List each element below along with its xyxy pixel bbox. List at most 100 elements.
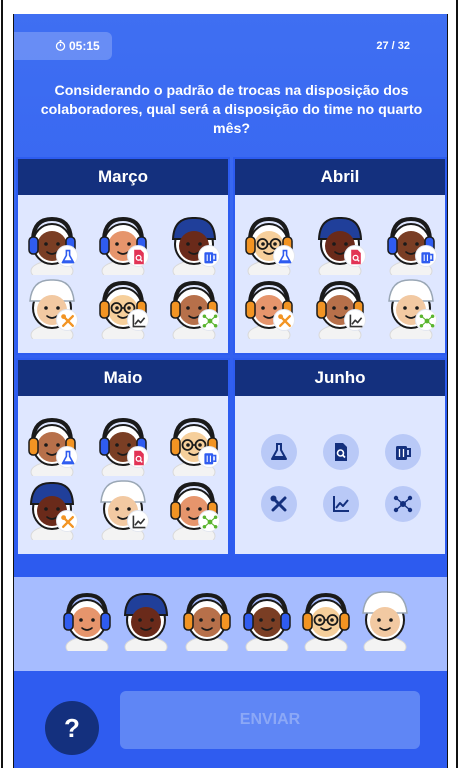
team-member [20, 476, 84, 540]
month-panel-maio: Maio [16, 358, 230, 556]
avatar [245, 280, 293, 339]
team-member [237, 275, 301, 339]
role-badge [198, 245, 220, 267]
tools-icon [278, 314, 291, 327]
role-badge [344, 245, 366, 267]
flask-icon [61, 450, 75, 465]
chart-line-icon [333, 496, 349, 512]
month-team [18, 195, 228, 353]
send-button[interactable]: ENVIAR [120, 691, 420, 749]
timer-text: 05:15 [69, 39, 100, 53]
stopwatch-icon [55, 40, 66, 51]
network-icon [419, 314, 435, 328]
role-badge [127, 245, 149, 267]
draggable-character[interactable] [175, 587, 239, 658]
month-team [18, 396, 228, 554]
team-member [162, 275, 226, 339]
tools-icon [61, 314, 74, 327]
team-member [20, 275, 84, 339]
avatar [245, 216, 293, 275]
character-tray [14, 577, 447, 671]
network-icon [393, 495, 413, 513]
document-search-icon [335, 443, 347, 461]
avatar [317, 216, 363, 275]
answer-slot[interactable] [385, 486, 421, 522]
answer-slot[interactable] [323, 434, 359, 470]
document-search-icon [134, 450, 144, 466]
tools-icon [270, 495, 287, 512]
team-member [91, 412, 155, 476]
month-panel-marco: Março [16, 157, 230, 355]
month-panel-abril: Abril [233, 157, 447, 355]
answer-slot[interactable] [261, 434, 297, 470]
role-badge [56, 309, 78, 331]
avatar [28, 216, 76, 275]
draggable-character[interactable] [353, 587, 417, 658]
answer-slot[interactable] [385, 434, 421, 470]
role-badge [198, 446, 220, 468]
draggable-character[interactable] [235, 587, 299, 658]
timer: 05:15 [14, 32, 112, 60]
mug-icon [396, 446, 411, 460]
flask-icon [278, 249, 292, 264]
avatar [99, 216, 147, 275]
avatar [171, 216, 217, 275]
avatar [183, 592, 231, 658]
answer-slots [235, 396, 445, 554]
team-member [162, 476, 226, 540]
avatar [123, 592, 169, 658]
role-badge [344, 309, 366, 331]
avatar [100, 480, 146, 540]
avatar [243, 592, 291, 658]
avatar [170, 417, 218, 476]
document-search-icon [134, 249, 144, 265]
mug-icon [204, 252, 217, 264]
flask-icon [61, 249, 75, 264]
team-member [308, 275, 372, 339]
question-progress: 27 / 32 [376, 40, 410, 52]
role-badge [273, 245, 295, 267]
month-title: Março [18, 159, 228, 195]
avatar [316, 280, 364, 339]
network-icon [202, 515, 218, 529]
document-search-icon [351, 249, 361, 265]
team-member [91, 275, 155, 339]
team-member [91, 211, 155, 275]
draggable-character[interactable] [114, 587, 178, 658]
role-badge [56, 446, 78, 468]
avatar [388, 279, 434, 339]
question-text: Considerando o padrão de trocas na dispo… [40, 83, 423, 137]
team-member [91, 476, 155, 540]
avatar [170, 481, 218, 540]
team-member [379, 275, 443, 339]
role-badge [415, 245, 437, 267]
avatar [29, 481, 75, 540]
left-edge [1, 0, 3, 768]
avatar [29, 279, 75, 339]
draggable-character[interactable] [294, 587, 358, 658]
draggable-character[interactable] [55, 587, 119, 658]
months-grid: Março Abril Maio Junho [16, 157, 447, 556]
avatar [99, 417, 147, 476]
role-badge [127, 309, 149, 331]
month-title: Junho [235, 360, 445, 396]
role-badge [273, 309, 295, 331]
avatar [99, 280, 147, 339]
help-button[interactable]: ? [45, 701, 99, 755]
screen: 05:15 27 / 32 Considerando o padrão de t… [0, 0, 459, 768]
answer-slot[interactable] [323, 486, 359, 522]
chart-line-icon [132, 314, 146, 328]
answer-slot[interactable] [261, 486, 297, 522]
role-badge [127, 446, 149, 468]
flask-icon [271, 443, 287, 460]
team-member [308, 211, 372, 275]
team-member [20, 211, 84, 275]
role-badge [198, 510, 220, 532]
avatar [63, 592, 111, 658]
avatar [170, 280, 218, 339]
month-panel-junho: Junho [233, 358, 447, 556]
mug-icon [421, 252, 434, 264]
role-badge [127, 510, 149, 532]
month-team [235, 195, 445, 353]
team-member [379, 211, 443, 275]
